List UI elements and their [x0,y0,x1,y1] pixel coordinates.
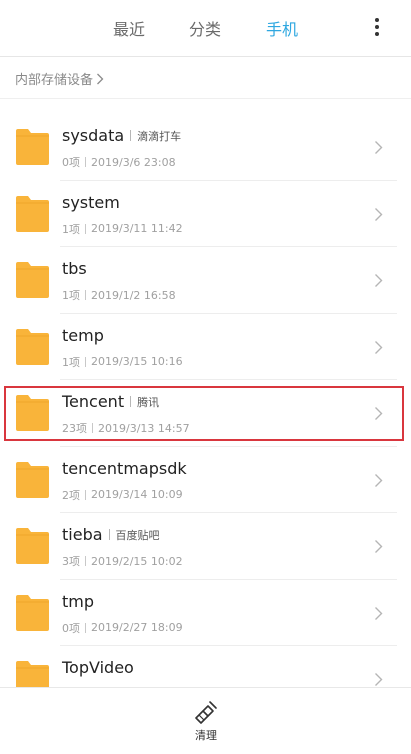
file-name: TopVideo [62,658,134,677]
folder-icon [16,461,49,498]
chevron-right-icon [375,207,383,221]
meta-separator [85,157,86,167]
item-count: 2项 [62,488,80,502]
tag-separator [130,130,132,141]
file-list: sysdata 滴滴打车 0项 2019/3/6 23:08 system 1项 2019/… [0,114,411,713]
file-meta: 3项 2019/2/15 10:02 [62,553,183,569]
file-meta: 1项 2019/1/2 16:58 [62,287,176,303]
folder-icon [16,594,49,631]
item-count: 3项 [62,555,80,568]
file-meta: 2项 2019/3/14 10:09 [62,487,183,503]
modified-date: 2019/3/15 10:16 [91,355,183,368]
modified-date: 2019/2/27 18:09 [91,621,183,634]
file-name-line: system [62,193,120,212]
chevron-right-icon [375,340,383,354]
folder-icon [16,262,49,298]
meta-separator [85,556,86,566]
folder-icon [16,528,49,564]
file-meta: 0项 2019/2/27 18:09 [62,620,183,636]
tab-recent[interactable]: 最近 [113,16,145,40]
breadcrumb-label: 内部存储设备 [15,73,94,88]
file-meta: 1项 2019/3/11 11:42 [62,221,183,237]
modified-date: 2019/3/14 10:09 [91,488,183,501]
file-meta: 0项 2019/3/6 23:08 [62,154,176,170]
chevron-right-icon [97,73,104,84]
file-name: Tencent [62,392,125,411]
file-name-line: TopVideo [62,658,134,677]
list-item[interactable]: sysdata 滴滴打车 0项 2019/3/6 23:08 [0,114,411,181]
modified-date: 2019/1/2 16:58 [91,288,176,302]
file-name: system [62,192,120,212]
file-name: tmp [62,591,95,611]
file-name-line: tmp [62,592,94,611]
broom-icon [195,701,217,724]
app-tag: 滴滴打车 [137,129,182,143]
bottom-action-bar: 清理 [0,687,411,754]
list-item[interactable]: tencentmapsdk 2项 2019/3/14 10:09 [0,447,411,513]
chevron-right-icon [375,407,383,420]
list-item[interactable]: temp 1项 2019/3/15 10:16 [0,314,411,380]
folder-icon [16,129,49,165]
item-count: 0项 [62,156,80,169]
clean-label: 清理 [195,729,217,742]
folder-icon [16,395,49,431]
chevron-right-icon [375,606,383,620]
chevron-right-icon [375,141,383,154]
folder-icon [16,328,49,365]
top-tab-bar: 最近 分类 手机 [0,0,411,56]
breadcrumb[interactable]: 内部存储设备 [15,69,104,88]
more-options-icon[interactable] [370,16,384,38]
item-count: 23项 [62,422,87,435]
list-item[interactable]: tmp 0项 2019/2/27 18:09 [0,580,411,646]
file-manager-app: 最近 分类 手机 内部存储设备 sysdata 滴滴打车 0项 2019/3/6 23… [0,0,411,754]
meta-separator [85,622,86,633]
list-item[interactable]: Tencent 腾讯 23项 2019/3/13 14:57 [0,380,411,447]
file-name-line: Tencent 腾讯 [62,392,159,411]
chevron-right-icon [375,673,383,686]
divider [0,98,411,99]
meta-separator [85,223,86,234]
modified-date: 2019/3/11 11:42 [91,222,183,235]
file-meta: 1项 2019/3/15 10:16 [62,354,183,370]
modified-date: 2019/3/13 14:57 [98,421,190,435]
tag-separator [108,529,110,540]
chevron-right-icon [375,473,383,487]
divider [0,56,411,57]
folder-icon [16,195,49,232]
file-meta: 23项 2019/3/13 14:57 [62,420,190,436]
tag-separator [130,396,132,407]
app-tag: 腾讯 [137,395,160,409]
tab-phone[interactable]: 手机 [266,16,298,40]
meta-separator [85,290,86,300]
tab-category[interactable]: 分类 [189,16,221,40]
item-count: 1项 [62,289,80,302]
modified-date: 2019/2/15 10:02 [91,554,183,568]
file-name-line: tbs [62,259,87,278]
clean-button[interactable]: 清理 [184,700,228,746]
app-tag: 百度贴吧 [115,528,160,542]
file-name-line: temp [62,326,104,345]
file-name: tbs [62,259,87,278]
file-name: sysdata [62,126,125,145]
chevron-right-icon [375,540,383,553]
list-item[interactable]: tieba 百度贴吧 3项 2019/2/15 10:02 [0,513,411,580]
meta-separator [85,489,86,500]
item-count: 0项 [62,621,80,635]
file-name-line: sysdata 滴滴打车 [62,126,181,145]
file-name: tencentmapsdk [62,458,187,478]
item-count: 1项 [62,355,80,369]
file-name: temp [62,325,104,345]
item-count: 1项 [62,222,80,236]
meta-separator [85,356,86,367]
modified-date: 2019/3/6 23:08 [91,155,176,169]
file-name-line: tieba 百度贴吧 [62,525,160,544]
list-item[interactable]: system 1项 2019/3/11 11:42 [0,181,411,247]
file-name-line: tencentmapsdk [62,459,187,478]
file-name: tieba [62,525,103,544]
chevron-right-icon [375,274,383,287]
meta-separator [92,423,93,433]
list-item[interactable]: tbs 1项 2019/1/2 16:58 [0,247,411,314]
